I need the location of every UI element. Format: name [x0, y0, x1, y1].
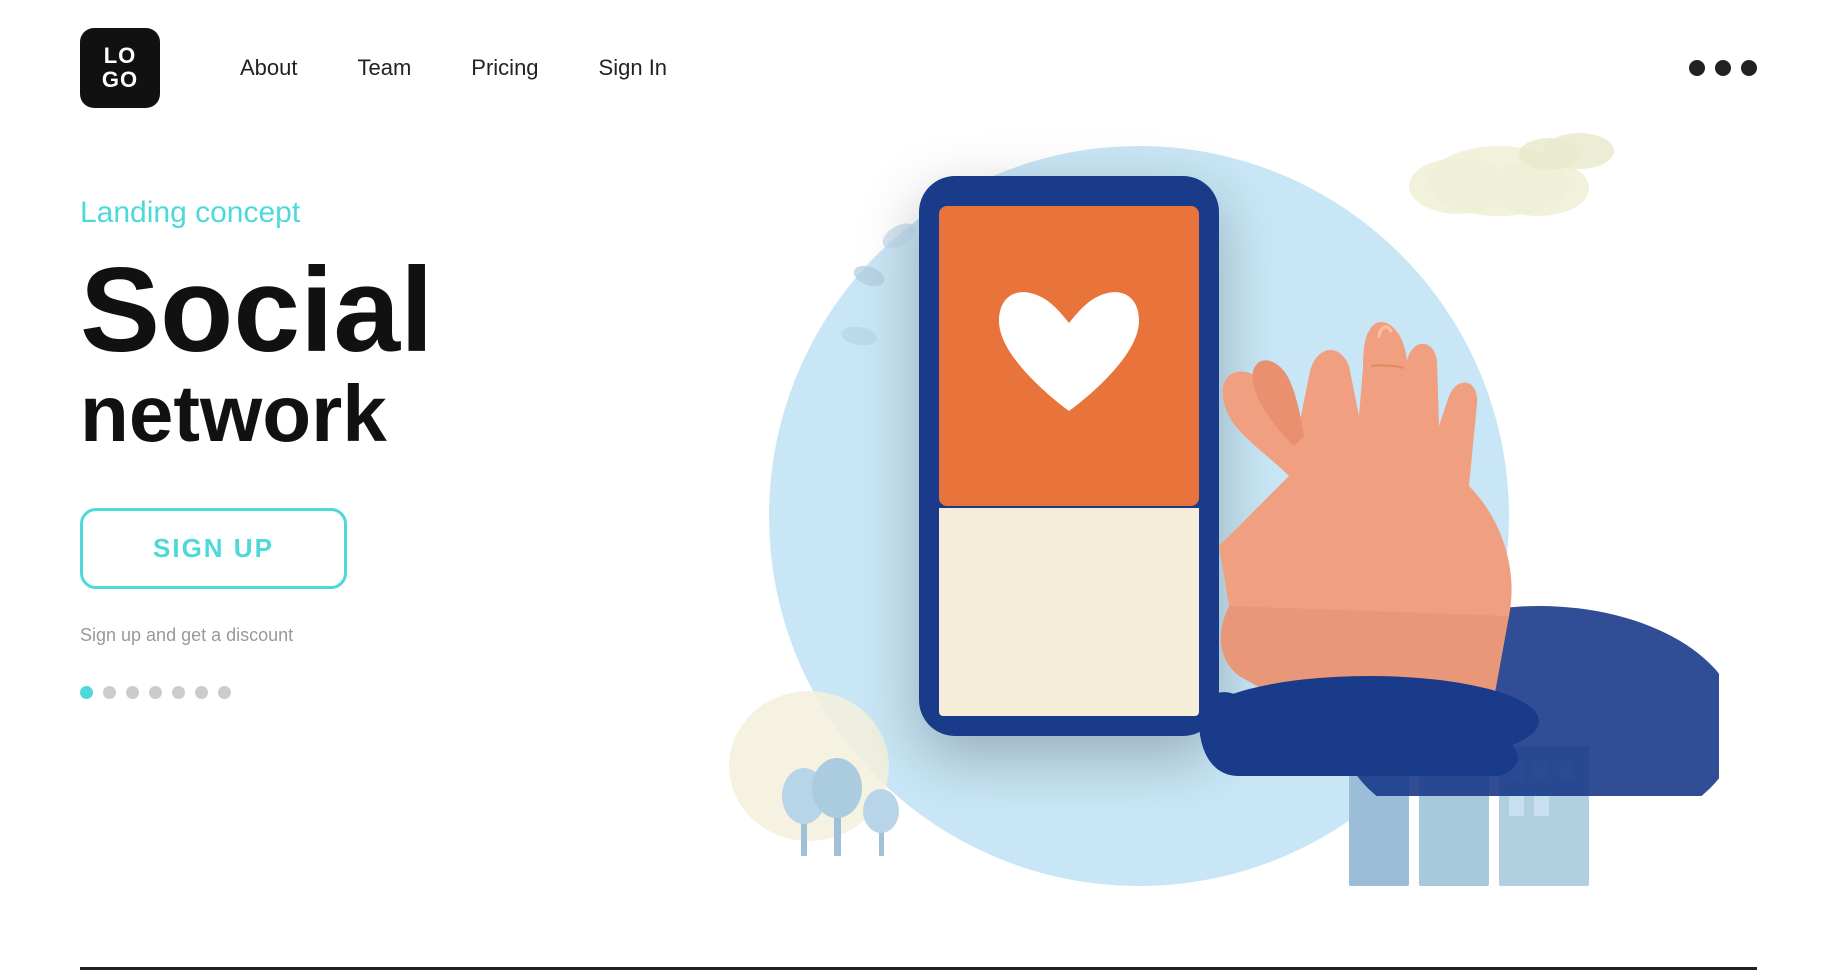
nav-signin[interactable]: Sign In — [599, 55, 668, 81]
logo[interactable]: LOGO — [80, 28, 160, 108]
pointing-hand-svg — [1139, 276, 1719, 796]
nav-about[interactable]: About — [240, 55, 298, 81]
heart-icon — [989, 281, 1149, 431]
more-options-dots[interactable] — [1689, 60, 1757, 76]
clouds-svg — [1339, 126, 1619, 246]
pagination-dot-7[interactable] — [218, 686, 231, 699]
dot-1 — [1689, 60, 1705, 76]
hero-illustration — [600, 116, 1757, 936]
illustration-container — [719, 116, 1639, 936]
navbar: LOGO About Team Pricing Sign In — [0, 0, 1837, 136]
pagination-dot-4[interactable] — [149, 686, 162, 699]
hero-title-social: Social — [80, 250, 600, 370]
pagination-dot-6[interactable] — [195, 686, 208, 699]
bottom-divider — [80, 967, 1757, 970]
hero-subtitle: Landing concept — [80, 196, 600, 230]
pagination-dot-1[interactable] — [80, 686, 93, 699]
hero-title-network: network — [80, 370, 600, 458]
signup-button[interactable]: SIGN UP — [80, 508, 347, 589]
nav-links: About Team Pricing Sign In — [240, 55, 667, 81]
pagination-dot-2[interactable] — [103, 686, 116, 699]
signup-hint: Sign up and get a discount — [80, 625, 600, 646]
hero-section: Landing concept Social network SIGN UP S… — [0, 136, 1837, 936]
dot-2 — [1715, 60, 1731, 76]
hero-left: Landing concept Social network SIGN UP S… — [80, 156, 600, 699]
nav-pricing[interactable]: Pricing — [471, 55, 538, 81]
pagination-dots — [80, 686, 600, 699]
pagination-dot-5[interactable] — [172, 686, 185, 699]
dot-3 — [1741, 60, 1757, 76]
pagination-dot-3[interactable] — [126, 686, 139, 699]
nav-team[interactable]: Team — [358, 55, 412, 81]
